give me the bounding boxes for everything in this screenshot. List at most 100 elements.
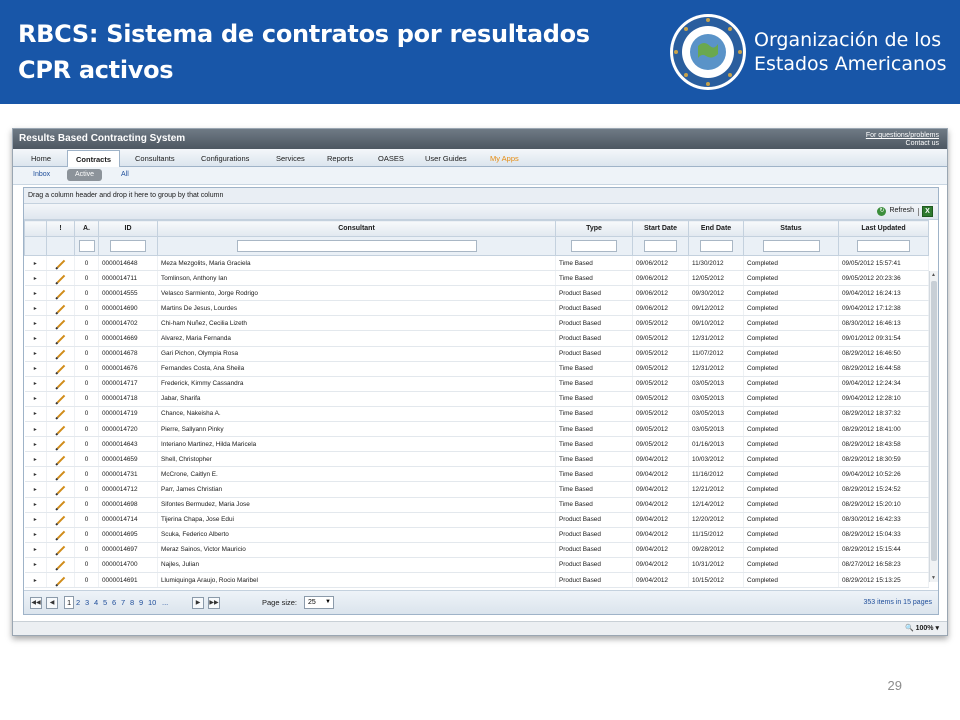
table-row[interactable]: ▸ 0 0000014719 Chance, Nakeisha A. Time Base… (24, 406, 929, 423)
cell-status-link[interactable]: Completed (743, 391, 839, 407)
edit-pencil-icon[interactable] (46, 542, 75, 558)
edit-pencil-icon[interactable] (46, 270, 75, 287)
cell-status-link[interactable]: Completed (743, 542, 839, 558)
scroll-up-icon[interactable]: ▲ (931, 272, 936, 278)
cell-status-link[interactable]: Completed (743, 315, 839, 332)
col-end-date[interactable]: End Date (688, 220, 744, 237)
row-expander-icon[interactable]: ▸ (24, 497, 47, 513)
row-expander-icon[interactable]: ▸ (24, 466, 47, 483)
row-expander-icon[interactable]: ▸ (24, 285, 47, 302)
col-type[interactable]: Type (555, 220, 633, 237)
page-size-select[interactable]: 25 ▼ (304, 596, 334, 609)
cell-status-link[interactable]: Completed (743, 346, 839, 362)
last-page-icon[interactable]: ▶▶ (208, 597, 220, 609)
edit-pencil-icon[interactable] (46, 376, 75, 392)
subtab-inbox[interactable]: Inbox (33, 171, 50, 178)
filter-status-input[interactable] (762, 239, 820, 252)
col-status[interactable]: Status (743, 220, 839, 237)
table-row[interactable]: ▸ 0 0000014711 Tomlinson, Anthony Ian Time B… (24, 270, 929, 287)
filter-consultant-input[interactable] (236, 239, 477, 252)
filter-last-updated-input[interactable] (857, 239, 910, 252)
table-row[interactable]: ▸ 0 0000014712 Parr, James Christian Time Ba… (24, 481, 929, 498)
edit-pencil-icon[interactable] (46, 285, 75, 302)
menu-reports[interactable]: Reports (327, 154, 353, 163)
edit-pencil-icon[interactable] (46, 391, 75, 407)
row-expander-icon[interactable]: ▸ (24, 542, 47, 558)
edit-pencil-icon[interactable] (46, 346, 75, 362)
cell-status-link[interactable]: Completed (743, 361, 839, 377)
menu-consultants[interactable]: Consultants (135, 154, 175, 163)
table-row[interactable]: ▸ 0 0000014720 Pierre, Sallyann Pinky Time B… (24, 421, 929, 438)
edit-pencil-icon[interactable] (46, 451, 75, 468)
first-page-icon[interactable]: ◀◀ (30, 597, 42, 609)
menu-configurations[interactable]: Configurations (201, 154, 249, 163)
cell-status-link[interactable]: Completed (743, 557, 839, 573)
row-expander-icon[interactable]: ▸ (24, 270, 47, 287)
table-row[interactable]: ▸ 0 0000014698 Sifontes Bermudez, Maria Jos… (24, 497, 929, 513)
table-row[interactable]: ▸ 0 0000014676 Fernandes Costa, Ana Sheila T… (24, 361, 929, 377)
filter-start-date-input[interactable] (644, 239, 677, 252)
table-row[interactable]: ▸ 0 0000014691 Llumiquinga Araujo, Rocio Ma… (24, 572, 929, 589)
table-row[interactable]: ▸ 0 0000014731 McCrone, Caitlyn E. Time Base… (24, 466, 929, 483)
group-by-panel[interactable]: Drag a column header and drop it here to… (24, 188, 938, 204)
edit-pencil-icon[interactable] (46, 255, 75, 272)
filter-actions-input[interactable] (78, 239, 95, 252)
table-row[interactable]: ▸ 0 0000014555 Velasco Sarmiento, Jorge Rod… (24, 285, 929, 302)
cell-status-link[interactable]: Completed (743, 512, 839, 528)
col-last-updated[interactable]: Last Updated (838, 220, 929, 237)
filter-id-input[interactable] (110, 239, 146, 252)
col-start-date[interactable]: Start Date (632, 220, 689, 237)
edit-pencil-icon[interactable] (46, 497, 75, 513)
table-row[interactable]: ▸ 0 0000014643 Interiano Martinez, Hilda Ma… (24, 436, 929, 453)
cell-status-link[interactable]: Completed (743, 527, 839, 543)
menu-user-guides[interactable]: User Guides (425, 154, 467, 163)
row-expander-icon[interactable]: ▸ (24, 481, 47, 498)
row-expander-icon[interactable]: ▸ (24, 406, 47, 423)
row-expander-icon[interactable]: ▸ (24, 572, 47, 589)
row-expander-icon[interactable]: ▸ (24, 361, 47, 377)
edit-pencil-icon[interactable] (46, 300, 75, 317)
page-number-link[interactable]: 3 (85, 598, 89, 607)
cell-status-link[interactable]: Completed (743, 421, 839, 438)
edit-pencil-icon[interactable] (46, 512, 75, 528)
table-row[interactable]: ▸ 0 0000014648 Meza Mezgolits, Maria Gracie… (24, 255, 929, 272)
refresh-button[interactable]: ↻ Refresh (877, 207, 914, 216)
scroll-down-icon[interactable]: ▼ (931, 575, 936, 581)
cell-status-link[interactable]: Completed (743, 376, 839, 392)
help-link-line2[interactable]: Contact us (866, 140, 939, 148)
row-expander-icon[interactable]: ▸ (24, 300, 47, 317)
page-number-link[interactable]: 10 (148, 598, 156, 607)
table-row[interactable]: ▸ 0 0000014718 Jabar, Sharifa Time Based 09/0… (24, 391, 929, 407)
next-page-icon[interactable]: ▶ (192, 597, 204, 609)
col-consultant[interactable]: Consultant (157, 220, 556, 237)
grid-vertical-scrollbar[interactable]: ▲ ▼ (929, 271, 938, 582)
cell-status-link[interactable]: Completed (743, 300, 839, 317)
help-link-line1[interactable]: For questions/problems (866, 132, 939, 140)
menu-my-apps[interactable]: My Apps (490, 154, 519, 163)
table-row[interactable]: ▸ 0 0000014669 Alvarez, Maria Fernanda Produ… (24, 330, 929, 347)
edit-pencil-icon[interactable] (46, 361, 75, 377)
page-number-link[interactable]: 4 (94, 598, 98, 607)
edit-pencil-icon[interactable] (46, 466, 75, 483)
edit-pencil-icon[interactable] (46, 557, 75, 573)
zoom-control[interactable]: 🔍 100% ▾ (905, 624, 939, 632)
row-expander-icon[interactable]: ▸ (24, 376, 47, 392)
col-actions[interactable]: A. (74, 220, 99, 237)
page-number-link[interactable]: 8 (130, 598, 134, 607)
table-row[interactable]: ▸ 0 0000014659 Shell, Christopher Time Based… (24, 451, 929, 468)
row-expander-icon[interactable]: ▸ (24, 451, 47, 468)
menu-oases[interactable]: OASES (378, 154, 404, 163)
scrollbar-thumb[interactable] (931, 281, 937, 561)
table-row[interactable]: ▸ 0 0000014678 Gari Pichon, Olympia Rosa Pro… (24, 346, 929, 362)
row-expander-icon[interactable]: ▸ (24, 315, 47, 332)
page-number-link[interactable]: 7 (121, 598, 125, 607)
col-alert[interactable]: ! (46, 220, 75, 237)
row-expander-icon[interactable]: ▸ (24, 557, 47, 573)
page-number-link[interactable]: 6 (112, 598, 116, 607)
row-expander-icon[interactable]: ▸ (24, 512, 47, 528)
edit-pencil-icon[interactable] (46, 572, 75, 589)
menu-contracts[interactable]: Contracts (67, 150, 121, 167)
filter-type-input[interactable] (571, 239, 617, 252)
cell-status-link[interactable]: Completed (743, 451, 839, 468)
table-row[interactable]: ▸ 0 0000014697 Meraz Sainos, Victor Maurici… (24, 542, 929, 558)
